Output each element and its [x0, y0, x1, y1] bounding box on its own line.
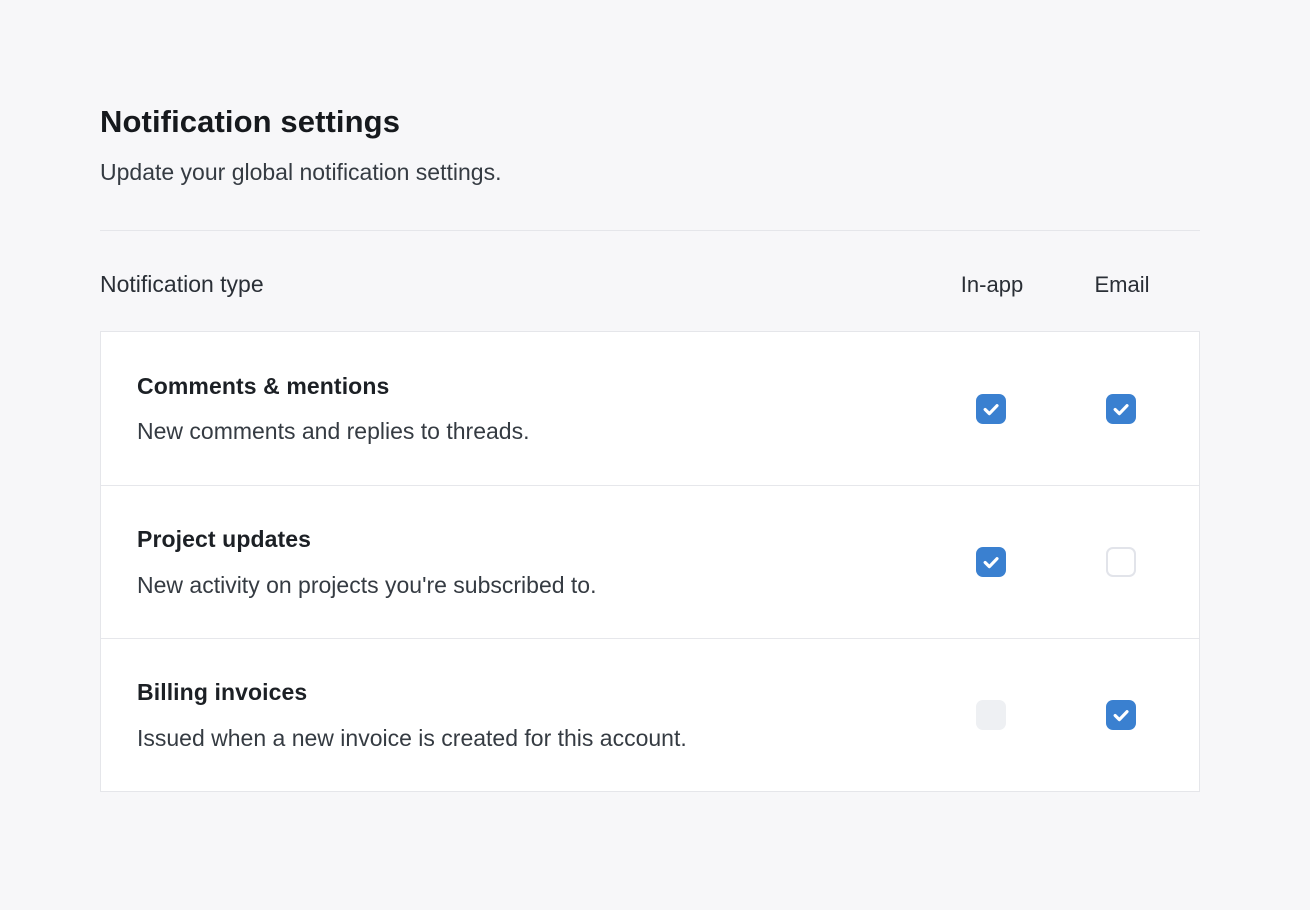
column-header-email: Email: [1074, 272, 1170, 298]
row-text: Project updates New activity on projects…: [101, 526, 943, 598]
check-icon: [981, 399, 1001, 419]
table-row: Comments & mentions New comments and rep…: [101, 332, 1199, 485]
row-description: New comments and replies to threads.: [137, 418, 923, 444]
row-text: Billing invoices Issued when a new invoi…: [101, 679, 943, 751]
row-checkbox-columns: [943, 547, 1199, 577]
check-icon: [1111, 399, 1131, 419]
table-header-row: Notification type In-app Email: [100, 271, 1200, 298]
section-divider: [100, 230, 1200, 231]
row-description: Issued when a new invoice is created for…: [137, 725, 923, 751]
table-row: Billing invoices Issued when a new invoi…: [101, 638, 1199, 791]
table-row: Project updates New activity on projects…: [101, 485, 1199, 638]
row-description: New activity on projects you're subscrib…: [137, 572, 923, 598]
column-headers: In-app Email: [944, 272, 1200, 298]
in-app-checkbox[interactable]: [976, 394, 1006, 424]
email-checkbox[interactable]: [1106, 547, 1136, 577]
check-icon: [981, 552, 1001, 572]
column-header-notification-type: Notification type: [100, 271, 944, 298]
notification-settings-page: Notification settings Update your global…: [100, 0, 1200, 792]
row-title: Billing invoices: [137, 679, 923, 705]
email-checkbox[interactable]: [1106, 700, 1136, 730]
row-text: Comments & mentions New comments and rep…: [101, 373, 943, 445]
in-app-checkbox: [976, 700, 1006, 730]
row-title: Comments & mentions: [137, 373, 923, 399]
in-app-checkbox[interactable]: [976, 547, 1006, 577]
page-subtitle: Update your global notification settings…: [100, 158, 1200, 186]
column-header-in-app: In-app: [944, 272, 1040, 298]
row-checkbox-columns: [943, 700, 1199, 730]
email-checkbox[interactable]: [1106, 394, 1136, 424]
row-checkbox-columns: [943, 394, 1199, 424]
row-title: Project updates: [137, 526, 923, 552]
page-title: Notification settings: [100, 103, 1200, 140]
check-icon: [1111, 705, 1131, 725]
notification-table: Comments & mentions New comments and rep…: [100, 331, 1200, 792]
